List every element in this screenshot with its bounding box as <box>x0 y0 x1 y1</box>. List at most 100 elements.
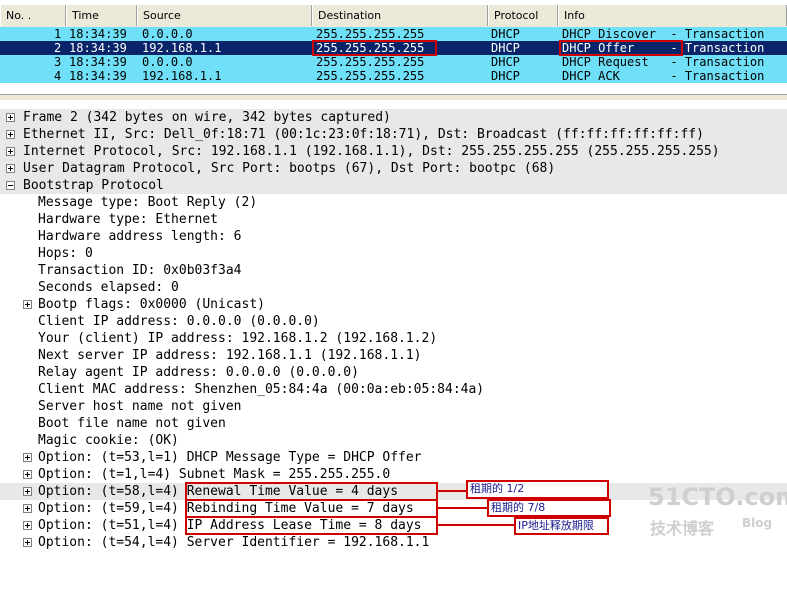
packet-protocol: DHCP <box>491 27 520 41</box>
expand-icon[interactable] <box>6 147 15 156</box>
packet-time: 18:34:39 <box>69 69 127 83</box>
lease-note: IP地址释放期限 <box>514 517 609 535</box>
expand-icon[interactable] <box>6 164 15 173</box>
tree-field[interactable]: Server host name not given <box>0 398 787 415</box>
packet-source: 0.0.0.0 <box>142 27 193 41</box>
packet-no: 1 <box>54 27 62 41</box>
column-header-info[interactable]: Info <box>558 5 787 26</box>
tree-node-ip[interactable]: Internet Protocol, Src: 192.168.1.1 (192… <box>0 143 787 160</box>
tree-node-bootstrap[interactable]: Bootstrap Protocol <box>0 177 787 194</box>
tree-field-label: Client MAC address: Shenzhen_05:84:4a (0… <box>38 382 485 397</box>
packet-row[interactable]: 1 18:34:39 0.0.0.0 255.255.255.255 DHCP … <box>0 27 787 41</box>
tree-node-label: Internet Protocol, Src: 192.168.1.1 (192… <box>23 144 720 159</box>
tree-field-label: Relay agent IP address: 0.0.0.0 (0.0.0.0… <box>38 365 359 380</box>
packet-row[interactable]: 4 18:34:39 192.168.1.1 255.255.255.255 D… <box>0 69 787 83</box>
packet-no: 3 <box>54 55 62 69</box>
tree-field-label: Your (client) IP address: 192.168.1.2 (1… <box>38 331 438 346</box>
renewal-note: 租期的 1/2 <box>466 480 609 499</box>
packet-list: 1 18:34:39 0.0.0.0 255.255.255.255 DHCP … <box>0 27 787 83</box>
packet-info: DHCP Request - Transaction <box>562 55 765 69</box>
tree-field-label: Transaction ID: 0x0b03f3a4 <box>38 263 242 278</box>
tree-field[interactable]: Magic cookie: (OK) <box>0 432 787 449</box>
packet-no: 2 <box>54 41 62 55</box>
tree-field-label: Seconds elapsed: 0 <box>38 280 179 295</box>
packet-destination: 255.255.255.255 <box>316 69 425 83</box>
packet-time: 18:34:39 <box>69 55 127 69</box>
destination-highlight-box <box>312 40 437 56</box>
packet-protocol: DHCP <box>491 69 520 83</box>
packet-source: 0.0.0.0 <box>142 55 193 69</box>
tree-field[interactable]: Next server IP address: 192.168.1.1 (192… <box>0 347 787 364</box>
tree-node-option-53[interactable]: Option: (t=53,l=1) DHCP Message Type = D… <box>0 449 787 466</box>
expand-icon[interactable] <box>23 538 32 547</box>
lease-highlight-box <box>185 516 438 535</box>
tree-field-label: Hardware type: Ethernet <box>38 212 219 227</box>
tree-field[interactable]: Hops: 0 <box>0 245 787 262</box>
expand-icon[interactable] <box>23 521 32 530</box>
collapse-icon[interactable] <box>6 181 15 190</box>
tree-field-label: Message type: Boot Reply (2) <box>38 195 258 210</box>
column-header-protocol[interactable]: Protocol <box>488 5 558 26</box>
tree-field[interactable]: Hardware type: Ethernet <box>0 211 787 228</box>
packet-source: 192.168.1.1 <box>142 41 222 55</box>
packet-row[interactable]: 3 18:34:39 0.0.0.0 255.255.255.255 DHCP … <box>0 55 787 69</box>
tree-field[interactable]: Seconds elapsed: 0 <box>0 279 787 296</box>
packet-protocol: DHCP <box>491 55 520 69</box>
tree-field-label: Hops: 0 <box>38 246 93 261</box>
tree-node-option-1[interactable]: Option: (t=1,l=4) Subnet Mask = 255.255.… <box>0 466 787 483</box>
packet-time: 18:34:39 <box>69 27 127 41</box>
tree-node-label: Bootp flags: 0x0000 (Unicast) <box>38 297 265 312</box>
column-header-time[interactable]: Time <box>66 5 137 26</box>
expand-icon[interactable] <box>23 300 32 309</box>
tree-node-label: Frame 2 (342 bytes on wire, 342 bytes ca… <box>23 110 391 125</box>
tree-field-label: Client IP address: 0.0.0.0 (0.0.0.0) <box>38 314 320 329</box>
tree-node-ethernet[interactable]: Ethernet II, Src: Dell_0f:18:71 (00:1c:2… <box>0 126 787 143</box>
tree-node-bootp-flags[interactable]: Bootp flags: 0x0000 (Unicast) <box>0 296 787 313</box>
watermark-logo: 51CTO.com <box>648 483 787 511</box>
packet-time: 18:34:39 <box>69 41 127 55</box>
packet-destination: 255.255.255.255 <box>316 55 425 69</box>
tree-field[interactable]: Client MAC address: Shenzhen_05:84:4a (0… <box>0 381 787 398</box>
tree-node-label: User Datagram Protocol, Src Port: bootps… <box>23 161 556 176</box>
info-highlight-box <box>559 40 683 56</box>
watermark-blog: Blog <box>742 516 773 530</box>
tree-node-label: Bootstrap Protocol <box>23 178 164 193</box>
tree-field-label: Server host name not given <box>38 399 242 414</box>
expand-icon[interactable] <box>23 487 32 496</box>
tree-field-label: Hardware address length: 6 <box>38 229 242 244</box>
tree-field[interactable]: Boot file name not given <box>0 415 787 432</box>
expand-icon[interactable] <box>23 470 32 479</box>
tree-field[interactable]: Message type: Boot Reply (2) <box>0 194 787 211</box>
packet-info: DHCP Discover - Transaction <box>562 27 765 41</box>
tree-field[interactable]: Relay agent IP address: 0.0.0.0 (0.0.0.0… <box>0 364 787 381</box>
tree-field-label: Magic cookie: (OK) <box>38 433 179 448</box>
tree-node-label: Ethernet II, Src: Dell_0f:18:71 (00:1c:2… <box>23 127 704 142</box>
expand-icon[interactable] <box>23 504 32 513</box>
tree-field[interactable]: Your (client) IP address: 192.168.1.2 (1… <box>0 330 787 347</box>
tree-field[interactable]: Hardware address length: 6 <box>0 228 787 245</box>
tree-node-label: Option: (t=1,l=4) Subnet Mask = 255.255.… <box>38 467 391 482</box>
column-header-destination[interactable]: Destination <box>312 5 488 26</box>
packet-list-header: No. . Time Source Destination Protocol I… <box>0 4 787 28</box>
tree-field[interactable]: Transaction ID: 0x0b03f3a4 <box>0 262 787 279</box>
expand-icon[interactable] <box>23 453 32 462</box>
column-header-source[interactable]: Source <box>137 5 312 26</box>
watermark-sub: 技术博客 <box>650 519 715 538</box>
packet-no: 4 <box>54 69 62 83</box>
tree-node-frame[interactable]: Frame 2 (342 bytes on wire, 342 bytes ca… <box>0 109 787 126</box>
tree-field[interactable]: Client IP address: 0.0.0.0 (0.0.0.0) <box>0 313 787 330</box>
lease-connector <box>437 524 515 526</box>
packet-protocol: DHCP <box>491 41 520 55</box>
packet-info: DHCP ACK - Transaction <box>562 69 765 83</box>
renewal-connector <box>437 490 467 492</box>
packet-source: 192.168.1.1 <box>142 69 222 83</box>
expand-icon[interactable] <box>6 130 15 139</box>
tree-node-label: Option: (t=53,l=1) DHCP Message Type = D… <box>38 450 422 465</box>
tree-field-label: Next server IP address: 192.168.1.1 (192… <box>38 348 422 363</box>
packet-destination: 255.255.255.255 <box>316 27 425 41</box>
rebinding-connector <box>437 507 487 509</box>
tree-node-udp[interactable]: User Datagram Protocol, Src Port: bootps… <box>0 160 787 177</box>
column-header-no[interactable]: No. . <box>0 5 66 26</box>
expand-icon[interactable] <box>6 113 15 122</box>
tree-node-label: Option: (t=54,l=4) Server Identifier = 1… <box>38 535 430 550</box>
